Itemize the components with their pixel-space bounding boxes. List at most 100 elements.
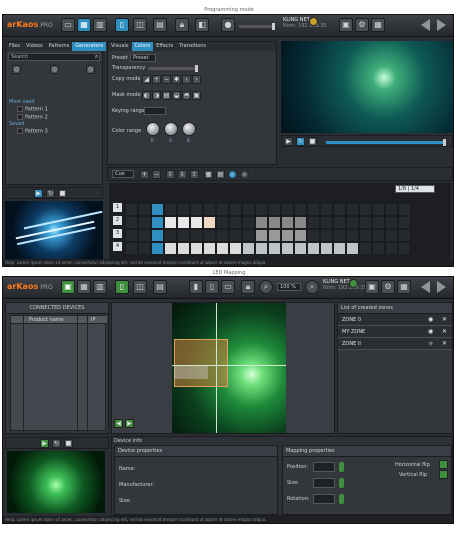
zoom-select[interactable]: 100 % <box>277 283 301 291</box>
timeline-cell[interactable] <box>177 229 190 242</box>
timeline-cell[interactable] <box>307 242 320 255</box>
timeline-cell[interactable] <box>268 216 281 229</box>
tree-item[interactable]: Pattern 2 <box>9 114 48 122</box>
zone-rect-orange[interactable] <box>174 339 228 387</box>
copy-mode-triangle-icon[interactable]: ◢ <box>142 75 151 84</box>
zoom-fit-icon[interactable]: ⌕ <box>305 280 319 294</box>
horizontal-flip-toggle[interactable] <box>439 460 448 469</box>
prev-arrow-icon[interactable] <box>421 19 430 31</box>
canvas-left-icon[interactable]: ◀ <box>114 419 123 428</box>
color-knob-g[interactable] <box>164 122 178 136</box>
timeline-cell[interactable] <box>242 203 255 216</box>
copy-mode-plus-icon[interactable]: + <box>152 75 161 84</box>
timeline-cell[interactable] <box>294 242 307 255</box>
preview-loop-icon[interactable]: ↻ <box>296 137 305 146</box>
timeline-cell[interactable] <box>307 229 320 242</box>
timeline-grid[interactable]: 1/8 | 1/4 <box>109 183 451 261</box>
preset-select[interactable]: Preset <box>130 54 156 62</box>
panel-icon[interactable]: ◫ <box>133 280 147 294</box>
timeline-cell[interactable] <box>177 242 190 255</box>
preview-stop-icon[interactable]: ■ <box>308 137 317 146</box>
timeline-cell[interactable] <box>398 216 411 229</box>
tab-generators[interactable]: Generators <box>72 42 107 51</box>
timeline-cell[interactable] <box>125 203 138 216</box>
zone-item[interactable]: MY ZONE ◉ ✕ <box>338 326 452 338</box>
timeline-cell[interactable] <box>151 203 164 216</box>
mask-icon-6[interactable]: ▣ <box>192 91 201 100</box>
position-stepper[interactable] <box>339 462 344 472</box>
timeline-cell[interactable] <box>203 216 216 229</box>
timeline-cell[interactable] <box>216 203 229 216</box>
mask-icon-3[interactable]: ▤ <box>162 91 171 100</box>
preview-play-icon[interactable]: ▶ <box>284 137 293 146</box>
tab-videos[interactable]: Videos <box>23 42 46 51</box>
timeline-cell[interactable] <box>190 203 203 216</box>
timeline-cell[interactable] <box>372 242 385 255</box>
timeline-cell[interactable] <box>320 203 333 216</box>
timeline-cell[interactable] <box>359 229 372 242</box>
timeline-cell[interactable] <box>346 203 359 216</box>
timeline-cell[interactable] <box>372 203 385 216</box>
timeline-cell[interactable] <box>164 203 177 216</box>
timeline-cell[interactable] <box>385 229 398 242</box>
mic-icon[interactable]: ● <box>221 18 235 32</box>
mask-icon-4[interactable]: ◒ <box>172 91 181 100</box>
image-mode-icon[interactable]: ▦ <box>77 18 91 32</box>
led-mode-icon[interactable]: ▣ <box>61 280 75 294</box>
layout-icon[interactable]: ▯ <box>115 18 129 32</box>
add-icon[interactable]: + <box>140 170 149 179</box>
zoom-in-icon[interactable]: ⌕ <box>228 170 237 179</box>
timeline-cell[interactable] <box>281 229 294 242</box>
lock-icon[interactable]: 🔒︎ <box>241 280 255 294</box>
vertical-flip-toggle[interactable] <box>439 470 448 479</box>
save-icon[interactable]: ▣ <box>339 18 353 32</box>
timeline-cell[interactable] <box>138 203 151 216</box>
zone-item[interactable]: ZONE 0 ◉ ✕ <box>338 314 452 326</box>
timeline-cell[interactable] <box>398 242 411 255</box>
timeline-cell[interactable] <box>333 216 346 229</box>
timeline-cell[interactable] <box>125 229 138 242</box>
timeline-cell[interactable] <box>346 216 359 229</box>
timeline-cell[interactable] <box>307 216 320 229</box>
layers-icon[interactable]: ▤ <box>153 18 167 32</box>
speaker-icon[interactable]: ◧ <box>195 18 209 32</box>
rotation-input[interactable] <box>313 494 335 504</box>
download-icon[interactable]: ⇩ <box>178 170 187 179</box>
panel-icon[interactable]: ◫ <box>133 18 147 32</box>
tree-category-saved[interactable]: Saved <box>9 121 48 128</box>
layout-icon[interactable]: ▯ <box>115 280 129 294</box>
timeline-cell[interactable] <box>359 203 372 216</box>
timeline-cell[interactable] <box>190 242 203 255</box>
zoom-icon[interactable]: ⌕ <box>259 280 273 294</box>
timeline-cell[interactable] <box>177 203 190 216</box>
stop-icon[interactable]: ■ <box>64 439 73 448</box>
color-knob-r[interactable] <box>146 122 160 136</box>
zone-item[interactable]: ZONE II ◉ ✕ <box>338 338 452 350</box>
timeline-cell[interactable] <box>164 229 177 242</box>
timeline-cell[interactable] <box>216 229 229 242</box>
copy-mode-minus-icon[interactable]: − <box>162 75 171 84</box>
timeline-cell[interactable] <box>216 216 229 229</box>
color-knob-b[interactable] <box>182 122 196 136</box>
transparency-slider[interactable] <box>148 65 198 72</box>
lock-icon[interactable]: 🔒︎ <box>175 18 189 32</box>
keying-range-input[interactable] <box>144 107 166 115</box>
timeline-cell[interactable] <box>268 203 281 216</box>
timeline-cell[interactable] <box>333 203 346 216</box>
timeline-cell[interactable] <box>385 242 398 255</box>
save-icon[interactable]: ▣ <box>365 280 379 294</box>
export-icon[interactable]: ⇪ <box>190 170 199 179</box>
timeline-cell[interactable] <box>255 242 268 255</box>
image-icon[interactable]: ▦ <box>77 280 91 294</box>
timeline-cell[interactable] <box>398 229 411 242</box>
generator-icon-3[interactable]: ◎ <box>86 65 95 74</box>
timeline-cell[interactable] <box>372 229 385 242</box>
prev-arrow-icon[interactable] <box>421 281 430 293</box>
timeline-cell[interactable] <box>255 216 268 229</box>
stop-icon[interactable]: ■ <box>58 189 67 198</box>
mask-icon-2[interactable]: ◑ <box>152 91 161 100</box>
generator-icon-2[interactable]: ◎ <box>50 65 59 74</box>
generator-icon-1[interactable]: ◎ <box>12 65 21 74</box>
timeline-cell[interactable] <box>281 203 294 216</box>
timeline-cell[interactable] <box>190 229 203 242</box>
